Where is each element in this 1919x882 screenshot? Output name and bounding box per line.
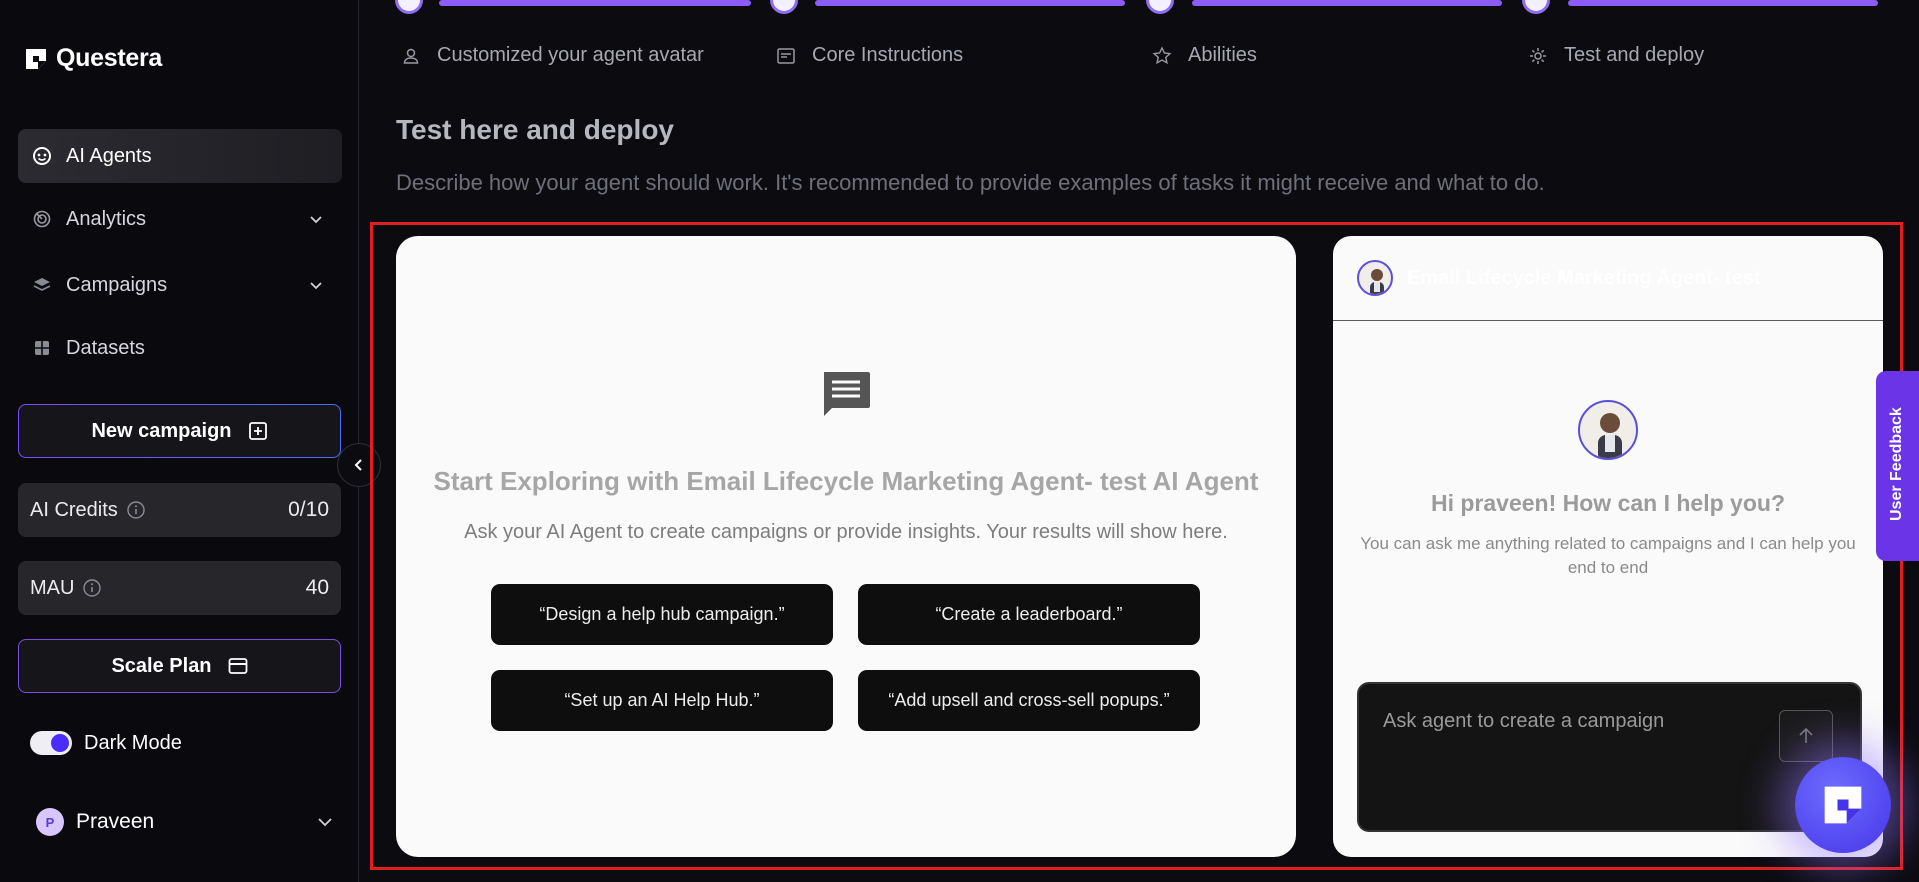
gear-icon (1530, 47, 1546, 64)
prompt-suggestion-button[interactable]: “Design a help hub campaign.” (491, 584, 833, 645)
chat-message-icon (824, 372, 870, 416)
sidebar-item-label: Analytics (66, 207, 147, 230)
explore-panel: Start Exploring with Email Lifecycle Mar… (396, 236, 1296, 857)
dark-mode-toggle[interactable] (30, 731, 72, 755)
user-menu[interactable]: P Praveen (36, 808, 336, 836)
step-bar (1568, 0, 1878, 6)
new-campaign-label: New campaign (91, 419, 232, 442)
logo[interactable]: Questera (24, 44, 162, 73)
step-abilities[interactable]: Abilities (1152, 44, 1257, 67)
user-feedback-label: User Feedback (1888, 407, 1905, 521)
send-button[interactable] (1779, 710, 1833, 762)
mau-value: 40 (305, 576, 329, 599)
questera-logo-icon (1824, 786, 1862, 824)
step-progress (395, 0, 1885, 14)
explore-subtitle: Ask your AI Agent to create campaigns or… (464, 521, 1228, 543)
chevron-down-icon[interactable] (306, 209, 326, 229)
info-icon[interactable] (126, 500, 146, 520)
scale-plan-label: Scale Plan (111, 654, 212, 677)
mau-label: MAU (30, 576, 75, 599)
chat-greeting-subtext: You can ask me anything related to campa… (1360, 534, 1856, 577)
step-dot (1146, 0, 1174, 14)
agent-avatar (1357, 260, 1393, 296)
prompt-suggestion-button[interactable]: “Create a leaderboard.” (858, 584, 1200, 645)
chat-greeting: Hi praveen! How can I help you? (1430, 490, 1785, 516)
step-label: Abilities (1188, 44, 1257, 66)
chevron-down-icon[interactable] (306, 275, 326, 295)
assistant-fab-button[interactable] (1795, 757, 1891, 853)
add-square-icon (248, 422, 267, 440)
sidebar-item-label: AI Agents (66, 144, 152, 167)
ai-credits-label: AI Credits (30, 498, 118, 521)
sidebar-item-label: Datasets (66, 336, 145, 359)
step-core-instructions[interactable]: Core Instructions (776, 44, 963, 67)
chat-input[interactable]: Ask agent to create a campaign (1357, 682, 1862, 832)
document-icon (777, 47, 795, 64)
user-name: Praveen (76, 810, 155, 833)
page-title: Test here and deploy (396, 114, 674, 145)
user-feedback-tab[interactable]: User Feedback (1876, 371, 1919, 561)
step-dot (770, 0, 798, 14)
step-label: Core Instructions (812, 44, 964, 66)
chevron-left-icon (354, 459, 362, 471)
sidebar-item-datasets[interactable]: Datasets (18, 321, 342, 375)
sidebar-item-label: Campaigns (66, 273, 168, 296)
chat-header: Email Lifecycle Marketing Agent- test (1333, 236, 1883, 321)
explore-title: Start Exploring with Email Lifecycle Mar… (433, 466, 1259, 496)
prompt-suggestion-button[interactable]: “Set up an AI Help Hub.” (491, 670, 833, 731)
ai-credits-stat: AI Credits 0/10 (18, 483, 341, 537)
step-label: Test and deploy (1564, 44, 1705, 66)
layers-icon (33, 278, 51, 291)
step-bar (1192, 0, 1502, 6)
dark-mode-row: Dark Mode (30, 731, 182, 755)
star-icon (1152, 45, 1172, 64)
agent-avatar-large (1578, 400, 1638, 460)
sidebar-item-campaigns[interactable]: Campaigns (18, 258, 342, 312)
mau-stat: MAU 40 (18, 561, 341, 615)
chat-input-placeholder: Ask agent to create a campaign (1383, 710, 1665, 732)
step-bar (439, 0, 751, 6)
ai-credits-value: 0/10 (288, 498, 329, 521)
questera-logo-icon (26, 48, 46, 69)
analytics-icon (33, 210, 51, 228)
step-bar (815, 0, 1125, 6)
dark-mode-label: Dark Mode (84, 731, 182, 754)
step-test-deploy[interactable]: Test and deploy (1528, 44, 1704, 67)
app-name: Questera (56, 44, 162, 72)
arrow-up-icon (1799, 727, 1813, 743)
agent-name: Email Lifecycle Marketing Agent- test (1407, 266, 1761, 289)
sidebar: Questera AI Agents Analytics Campaigns D… (0, 0, 359, 882)
sidebar-item-ai-agents[interactable]: AI Agents (18, 129, 342, 183)
step-label: Customized your agent avatar (437, 44, 704, 66)
user-icon (403, 48, 419, 64)
chevron-down-icon[interactable] (314, 811, 336, 833)
step-dot (1522, 0, 1550, 14)
new-campaign-button[interactable]: New campaign (18, 404, 341, 458)
page-description: Describe how your agent should work. It'… (396, 170, 1545, 195)
scale-plan-button[interactable]: Scale Plan (18, 639, 341, 693)
agent-face-icon (33, 147, 51, 165)
step-avatar[interactable]: Customized your agent avatar (401, 44, 704, 67)
credit-card-icon (228, 658, 247, 674)
sidebar-item-analytics[interactable]: Analytics (18, 192, 342, 246)
avatar: P (36, 808, 64, 836)
prompt-suggestion-button[interactable]: “Add upsell and cross-sell popups.” (858, 670, 1200, 731)
collapse-sidebar-button[interactable] (337, 443, 381, 487)
info-icon[interactable] (82, 578, 102, 598)
agent-chat-panel: Email Lifecycle Marketing Agent- test Hi… (1333, 236, 1883, 857)
grid-icon (35, 341, 49, 355)
step-dot (395, 0, 423, 14)
